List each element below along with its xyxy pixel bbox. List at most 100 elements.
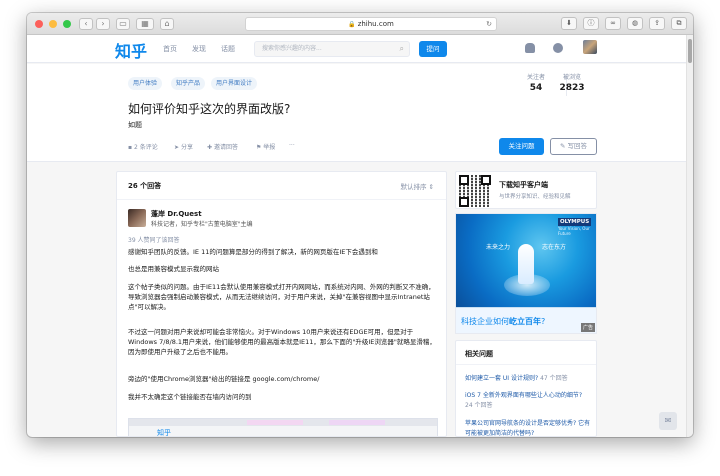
write-answer-label: 写回答 xyxy=(567,142,588,150)
related-question-text: iOS 7 全新外观界面有哪些让人心动的细节? xyxy=(465,392,583,399)
comments-button[interactable]: ▪ 2 条评论 xyxy=(128,142,158,151)
ad-brand-tagline: Your Vision, Our Future xyxy=(558,226,590,236)
scrollbar[interactable] xyxy=(686,35,693,437)
ad-left-text: 未来之力 xyxy=(486,244,511,251)
search-placeholder: 搜索你感兴趣的内容... xyxy=(262,45,322,52)
preview-logo: 知乎 xyxy=(157,429,171,437)
zhihu-logo[interactable]: 知乎 xyxy=(115,38,147,62)
share-button[interactable]: ➤ 分享 xyxy=(174,142,193,151)
views-label: 被浏览 xyxy=(562,74,581,81)
extension-globe-icon[interactable]: ◍ xyxy=(627,17,643,30)
browser-toolbar: ‹ › ▭ ▦ ⌂ 🔒 zhihu.com ↻ ⬇ ⓘ ∞ ◍ ⇪ ⧉ xyxy=(27,13,693,35)
follow-question-button[interactable]: 关注问题 xyxy=(499,138,544,155)
related-question-meta: 47 个回答 xyxy=(540,375,568,382)
related-question-link[interactable]: 苹果公司官网导航条的设计是否定够优秀? 它有可能被更加简洁的代替吗? xyxy=(465,419,591,436)
invite-label: 邀请回答 xyxy=(213,144,238,151)
ad-footer-prefix: 科技企业如何 xyxy=(461,317,509,326)
topic-tag[interactable]: 用户界面设计 xyxy=(211,77,258,90)
new-tab-icon[interactable]: ⧉ xyxy=(671,17,687,30)
answer-paragraph: 不过这一问题对用户来说却可能会非常恼火。对于Windows 10用户来说还有ED… xyxy=(128,328,436,356)
share-icon[interactable]: ⇪ xyxy=(649,17,665,30)
answer-paragraph: 旁边的"使用Chrome浏览器"给出的链接是 google.com/chrome… xyxy=(128,375,320,383)
topic-tag[interactable]: 用户体验 xyxy=(128,77,163,90)
answer-paragraph: 我并不太确定这个链接能否在墙内访问的到 xyxy=(128,393,252,401)
search-input[interactable]: 搜索你感兴趣的内容... ⌕ xyxy=(254,41,410,57)
invite-button[interactable]: ✚ 邀请回答 xyxy=(207,142,238,151)
sort-dropdown[interactable]: 默认排序 ⇕ xyxy=(400,181,434,191)
answer-paragraph: 也总是用兼容模式显示我的网站 xyxy=(128,265,219,273)
share-label: 分享 xyxy=(180,144,193,151)
ad-brand: OLYMPUS xyxy=(558,218,592,226)
related-question-link[interactable]: iOS 7 全新外观界面有哪些让人心动的细节? 24 个回答 xyxy=(465,391,591,410)
minimize-window-button[interactable] xyxy=(49,19,57,28)
nav-home[interactable]: 首页 xyxy=(163,44,177,54)
app-subtitle: 与世界分享知识、经验和见解 xyxy=(499,194,571,200)
question-title: 如何评价知乎这次的界面改版? xyxy=(128,102,291,116)
comments-label: 2 条评论 xyxy=(133,144,158,151)
nav-discover[interactable]: 发现 xyxy=(192,44,206,54)
reload-icon[interactable]: ↻ xyxy=(486,18,492,31)
more-button[interactable]: ··· xyxy=(289,142,295,149)
question-header: 用户体验 知乎产品 用户界面设计 如何评价知乎这次的界面改版? 如题 ▪ 2 条… xyxy=(27,64,686,162)
ad-footer-text: 科技企业如何屹立百年? xyxy=(461,316,545,327)
ask-question-button[interactable]: 提问 xyxy=(419,41,447,57)
topic-tag[interactable]: 知乎产品 xyxy=(171,77,206,90)
extension-download-icon[interactable]: ⬇ xyxy=(561,17,577,30)
address-bar[interactable]: 🔒 zhihu.com ↻ xyxy=(245,17,497,31)
app-download-card[interactable]: 下载知乎客户端 与世界分享知识、经验和见解 xyxy=(455,171,597,209)
extension-link-icon[interactable]: ∞ xyxy=(605,17,621,30)
author-name[interactable]: 蓬岸 Dr.Quest xyxy=(151,209,202,219)
answers-header: 26 个回答 默认排序 ⇕ xyxy=(117,172,446,200)
qr-finder xyxy=(459,197,469,207)
close-window-button[interactable] xyxy=(35,19,43,28)
back-arrow-icon[interactable]: ‹ xyxy=(79,17,93,30)
extension-info-icon[interactable]: ⓘ xyxy=(583,17,599,30)
scrollbar-thumb[interactable] xyxy=(688,39,692,63)
ad-footer-bold: 屹立百年 xyxy=(509,317,541,326)
qr-finder xyxy=(459,175,469,185)
search-icon[interactable]: ⌕ xyxy=(400,42,404,56)
author-bio: 科技记者，知乎专栏"古董电脑室"主编 xyxy=(151,221,253,228)
sort-chevron-icon: ⇕ xyxy=(428,183,434,191)
write-answer-button[interactable]: ✎ 写回答 xyxy=(550,138,597,155)
tab-grid-icon[interactable]: ▦ xyxy=(136,17,154,30)
vote-count[interactable]: 39 人赞同了该回答 xyxy=(128,235,180,244)
related-title: 相关问题 xyxy=(465,350,493,358)
url-text: zhihu.com xyxy=(357,20,394,28)
lock-icon: 🔒 xyxy=(348,21,356,28)
answer-paragraph: 感谢知乎团队的反馈。IE 11的问题算是部分的得到了解决，新的网页版在IE下会遇… xyxy=(128,248,378,256)
home-icon[interactable]: ⌂ xyxy=(160,17,174,30)
forward-arrow-icon[interactable]: › xyxy=(96,17,110,30)
advertisement[interactable]: OLYMPUS Your Vision, Our Future 未来之力 志在东… xyxy=(455,213,597,334)
notification-bell-icon[interactable] xyxy=(525,43,535,53)
sidebar-toggle-icon[interactable]: ▭ xyxy=(116,17,130,30)
divider xyxy=(456,364,596,365)
answer-paragraph: 这个帖子类似的问题。由于IE11会默认使用兼容模式打开内网网站，而系统对内网、外… xyxy=(128,283,435,311)
ad-badge: 广告 xyxy=(580,323,595,332)
author-avatar[interactable] xyxy=(128,209,146,227)
ad-footer-suffix: ? xyxy=(541,317,546,326)
views-stat: 被浏览 2823 xyxy=(547,72,597,93)
zoom-window-button[interactable] xyxy=(63,19,71,28)
embedded-screenshot: 知乎 xyxy=(128,418,438,437)
report-label: 举报 xyxy=(263,144,276,151)
related-question-meta: 24 个回答 xyxy=(465,401,493,409)
desktop: ‹ › ▭ ▦ ⌂ 🔒 zhihu.com ↻ ⬇ ⓘ ∞ ◍ ⇪ ⧉ 知乎 首页… xyxy=(0,0,720,476)
preview-tab xyxy=(329,420,385,425)
user-avatar[interactable] xyxy=(583,40,597,54)
report-button[interactable]: ⚑ 举报 xyxy=(256,142,275,151)
pencil-icon: ✎ xyxy=(559,142,568,150)
related-questions: 相关问题 如何建立一套 UI 设计规则? 47 个回答 iOS 7 全新外观界面… xyxy=(455,340,597,437)
feedback-icon[interactable]: ✉ xyxy=(659,412,677,430)
invite-icon: ✚ xyxy=(207,144,214,151)
answers-card: 26 个回答 默认排序 ⇕ 蓬岸 Dr.Quest 科技记者，知乎专栏"古董电脑… xyxy=(116,171,447,437)
related-question-link[interactable]: 如何建立一套 UI 设计规则? 47 个回答 xyxy=(465,374,591,384)
window-controls xyxy=(35,19,71,28)
send-icon: ➤ xyxy=(174,144,181,151)
browser-window: ‹ › ▭ ▦ ⌂ 🔒 zhihu.com ↻ ⬇ ⓘ ∞ ◍ ⇪ ⧉ 知乎 首页… xyxy=(27,13,693,437)
question-description: 如题 xyxy=(128,121,142,129)
app-title: 下载知乎客户端 xyxy=(499,181,548,189)
messages-icon[interactable] xyxy=(553,43,563,53)
ad-footer: 科技企业如何屹立百年? 广告 xyxy=(456,307,596,333)
nav-topics[interactable]: 话题 xyxy=(221,44,235,54)
